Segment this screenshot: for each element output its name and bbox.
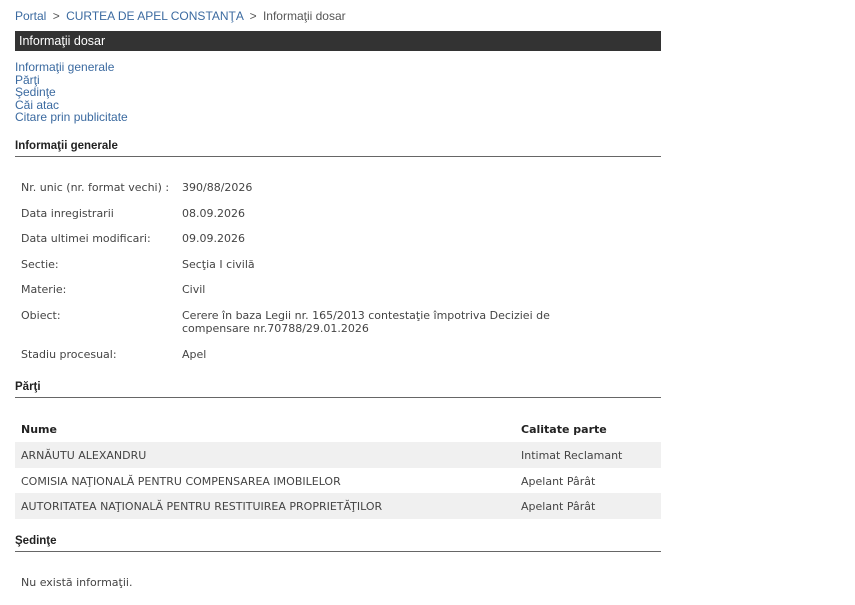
breadcrumb-court-link[interactable]: CURTEA DE APEL CONSTANŢA <box>66 9 243 23</box>
info-label: Materie: <box>21 283 67 296</box>
info-value: 390/88/2026 <box>182 181 253 194</box>
nav-link-sedinte[interactable]: Şedinţe <box>15 86 128 99</box>
parti-table: Nume Calitate parte ARNĂUTU ALEXANDRU In… <box>15 416 661 519</box>
section-heading-general: Informaţii generale <box>15 140 661 157</box>
info-value: 09.09.2026 <box>182 232 245 245</box>
party-name: AUTORITATEA NAŢIONALĂ PENTRU RESTITUIREA… <box>21 500 383 513</box>
info-label: Sectie: <box>21 258 59 271</box>
page-title-bar: Informaţii dosar <box>15 31 661 51</box>
nav-link-informatii-generale[interactable]: Informaţii generale <box>15 61 128 74</box>
section-heading-parti: Părţi <box>15 381 661 398</box>
party-role: Apelant Pârât <box>521 474 596 488</box>
section-nav: Informaţii generale Părţi Şedinţe Căi at… <box>15 61 128 124</box>
breadcrumb-separator: > <box>52 9 60 23</box>
section-heading-sedinte: Şedinţe <box>15 535 661 552</box>
info-value: 08.09.2026 <box>182 207 245 220</box>
info-label: Nr. unic (nr. format vechi) : <box>21 181 170 194</box>
table-header: Nume Calitate parte <box>15 416 661 442</box>
nav-link-citare-publicitate[interactable]: Citare prin publicitate <box>15 111 128 124</box>
party-name: COMISIA NAŢIONALĂ PENTRU COMPENSAREA IMO… <box>21 474 341 488</box>
breadcrumb-portal-link[interactable]: Portal <box>15 9 46 23</box>
info-label: Data ultimei modificari: <box>21 232 151 245</box>
info-value: Secţia I civilă <box>182 258 255 271</box>
info-label: Obiect: <box>21 309 61 322</box>
sedinte-empty-message: Nu există informaţii. <box>21 576 133 589</box>
info-label: Data inregistrarii <box>21 207 114 220</box>
party-role: Apelant Pârât <box>521 500 596 513</box>
info-label: Stadiu procesual: <box>21 348 117 361</box>
party-name: ARNĂUTU ALEXANDRU <box>21 449 147 462</box>
info-value: Apel <box>182 348 207 361</box>
breadcrumb-current: Informaţii dosar <box>262 9 346 23</box>
table-row: COMISIA NAŢIONALĂ PENTRU COMPENSAREA IMO… <box>15 468 661 494</box>
table-row: ARNĂUTU ALEXANDRU Intimat Reclamant <box>15 442 661 468</box>
column-header-calitate: Calitate parte <box>521 423 607 436</box>
breadcrumb-separator: > <box>249 9 257 23</box>
column-header-nume: Nume <box>21 423 57 436</box>
info-value: Cerere în baza Legii nr. 165/2013 contes… <box>182 309 550 335</box>
info-value: Civil <box>182 283 206 296</box>
table-row: AUTORITATEA NAŢIONALĂ PENTRU RESTITUIREA… <box>15 493 661 519</box>
party-role: Intimat Reclamant <box>521 449 623 462</box>
breadcrumb: Portal > CURTEA DE APEL CONSTANŢA > Info… <box>15 9 346 23</box>
